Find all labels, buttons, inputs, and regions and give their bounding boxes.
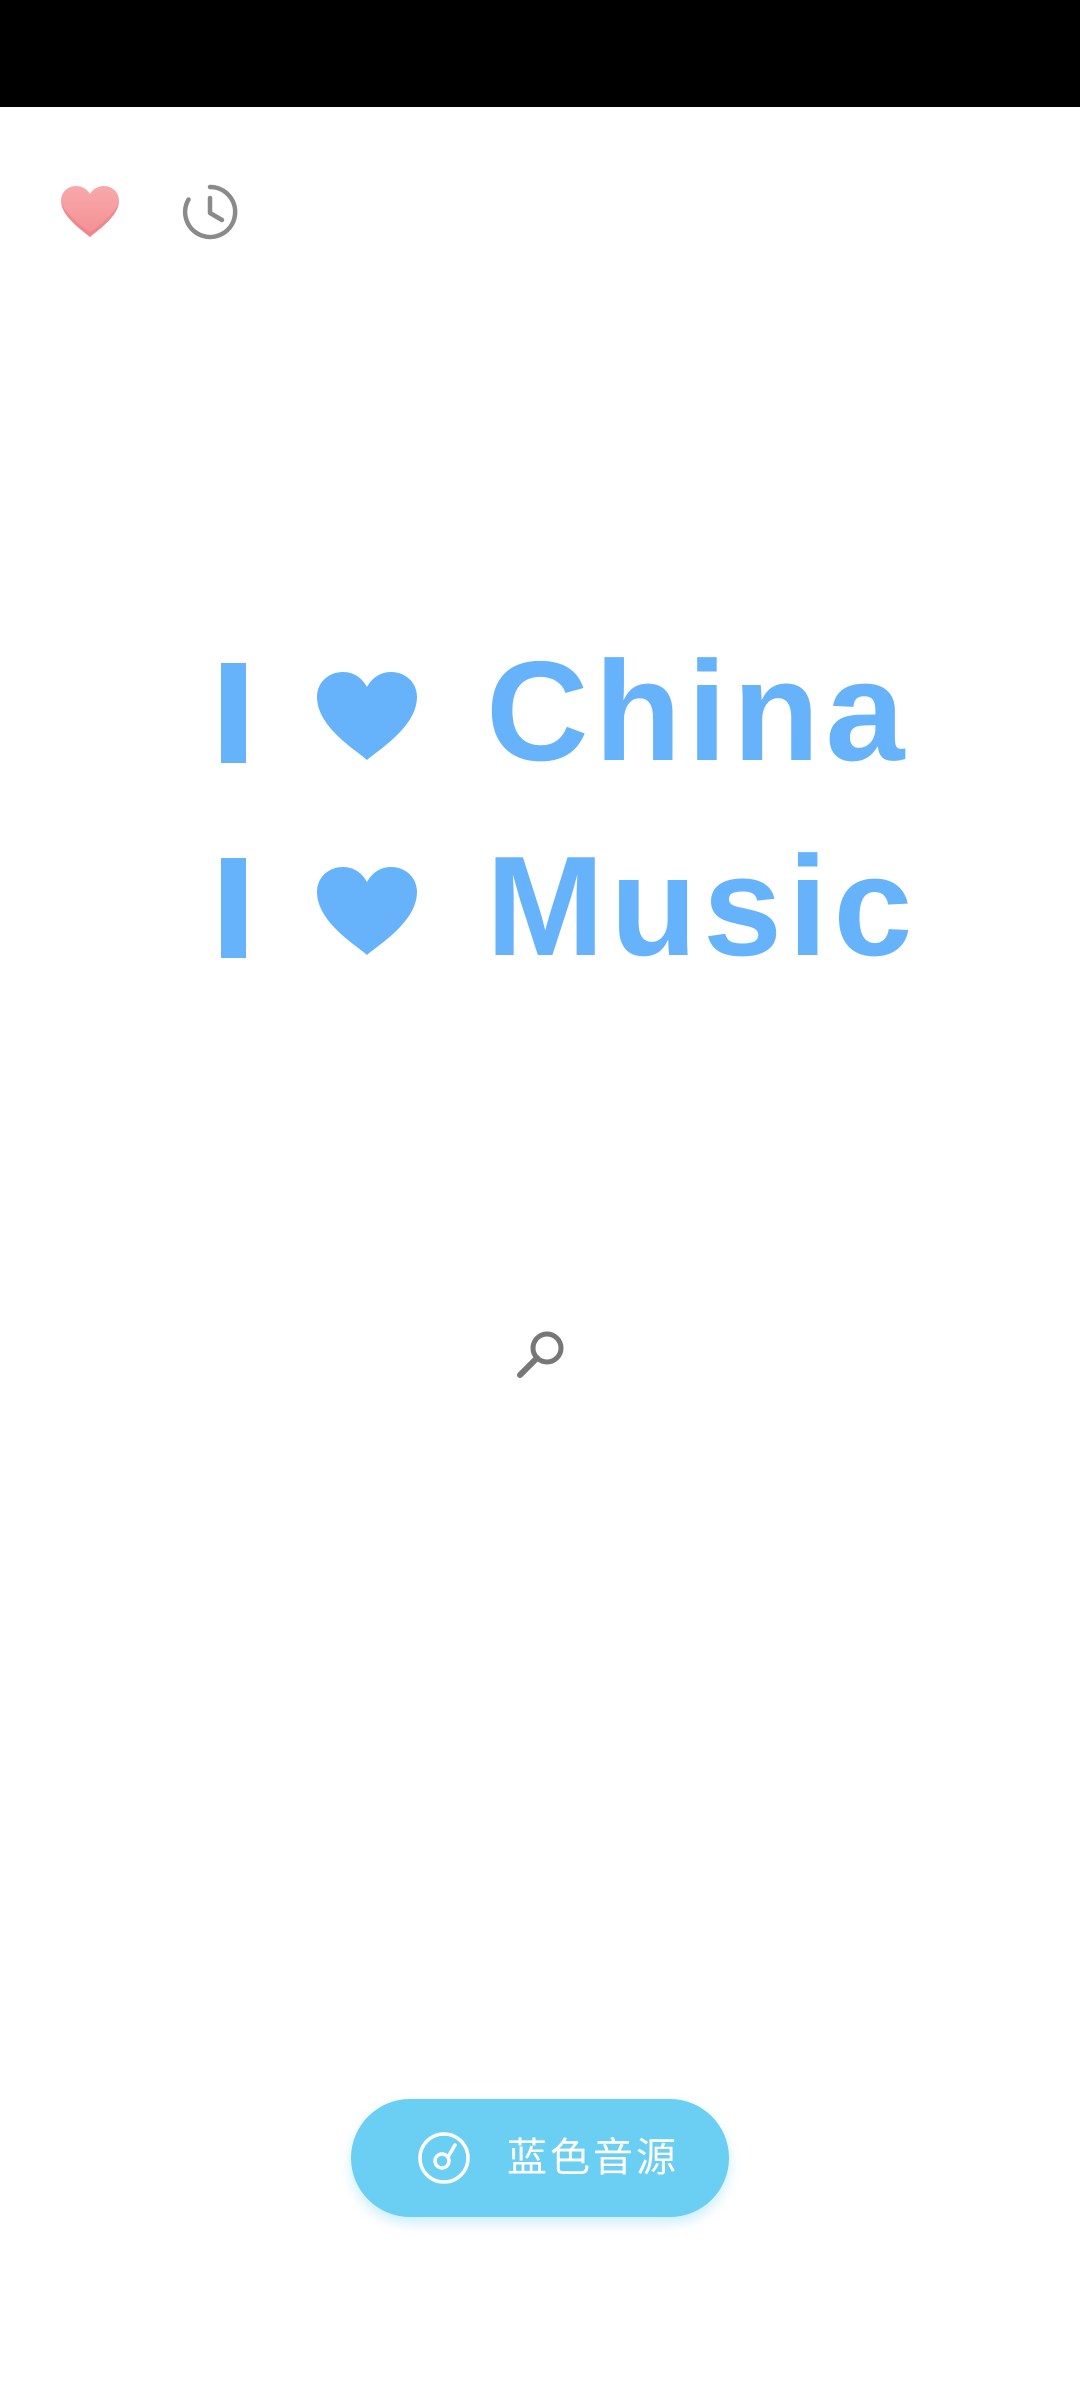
search-button[interactable] [505, 1320, 575, 1390]
slogan-word: China [486, 632, 911, 791]
favorites-button[interactable] [55, 180, 125, 244]
status-bar [0, 0, 1080, 107]
slogan-line-music: Music [0, 836, 1080, 978]
source-button-label: 蓝色音源 [507, 2135, 679, 2181]
slogan-letter-i [221, 858, 246, 958]
history-button[interactable] [175, 180, 245, 244]
heart-icon [317, 672, 417, 760]
search-icon [517, 1331, 564, 1378]
slogan-letter-i [221, 663, 246, 763]
slogan-word: Music [486, 827, 919, 986]
history-icon [182, 184, 238, 240]
source-select-button[interactable]: 蓝色音源 [351, 2099, 729, 2217]
app-screen: China Music 蓝色音源 [0, 0, 1080, 2400]
disc-icon [418, 2132, 470, 2184]
heart-icon [61, 186, 119, 237]
heart-icon [317, 867, 417, 955]
slogan-line-china: China [0, 641, 1080, 783]
